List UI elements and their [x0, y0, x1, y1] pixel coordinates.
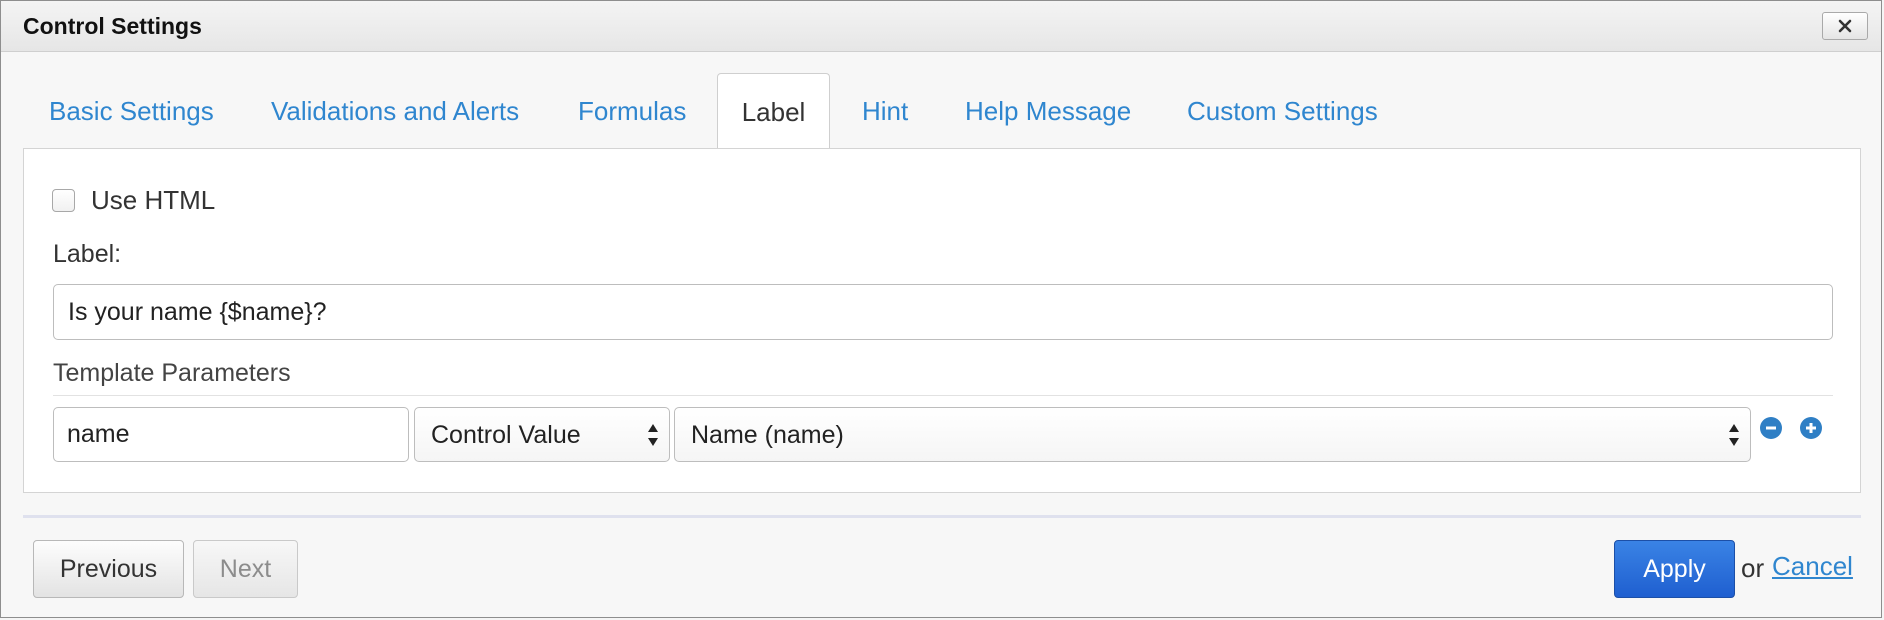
select-arrows-icon: [1729, 424, 1739, 446]
control-settings-dialog: Control Settings Basic Settings Validati…: [0, 0, 1882, 618]
tab-formulas[interactable]: Formulas: [578, 73, 686, 149]
use-html-label[interactable]: Use HTML: [91, 185, 215, 216]
remove-parameter-button[interactable]: [1760, 417, 1782, 439]
tab-custom-settings[interactable]: Custom Settings: [1187, 73, 1378, 149]
tab-help-message[interactable]: Help Message: [965, 73, 1131, 149]
select-arrows-icon: [648, 424, 658, 446]
minus-circle-icon: [1766, 426, 1776, 430]
dialog-titlebar: Control Settings: [1, 1, 1881, 52]
add-parameter-button[interactable]: [1800, 417, 1822, 439]
parameter-type-select[interactable]: Control Value: [414, 407, 670, 462]
label-text-input[interactable]: [53, 284, 1833, 340]
close-button[interactable]: [1822, 12, 1868, 40]
tab-hint[interactable]: Hint: [862, 73, 908, 149]
parameter-name-input[interactable]: [53, 407, 409, 462]
template-parameters-heading: Template Parameters: [53, 359, 291, 387]
parameter-control-value: Name (name): [691, 421, 844, 449]
next-button[interactable]: Next: [193, 540, 298, 598]
use-html-row: Use HTML: [52, 185, 215, 216]
plus-circle-icon: [1806, 423, 1816, 433]
footer-divider: [23, 515, 1861, 518]
tab-validations-and-alerts[interactable]: Validations and Alerts: [271, 73, 519, 149]
parameter-control-select[interactable]: Name (name): [674, 407, 1751, 462]
previous-button[interactable]: Previous: [33, 540, 184, 598]
tab-label[interactable]: Label: [717, 73, 830, 149]
parameter-type-value: Control Value: [431, 421, 581, 449]
close-icon: [1838, 19, 1852, 33]
label-field-caption: Label:: [53, 240, 122, 268]
cancel-link[interactable]: Cancel: [1772, 551, 1853, 582]
apply-button[interactable]: Apply: [1614, 540, 1735, 598]
tab-basic-settings[interactable]: Basic Settings: [49, 73, 214, 149]
settings-tabs: Basic Settings Validations and Alerts Fo…: [24, 73, 1859, 149]
template-parameters-divider: [53, 395, 1833, 396]
label-settings-panel: Use HTML Label: Template Parameters Cont…: [23, 148, 1861, 493]
use-html-checkbox[interactable]: [52, 189, 75, 212]
dialog-title: Control Settings: [23, 13, 202, 39]
or-text: or: [1741, 553, 1765, 583]
